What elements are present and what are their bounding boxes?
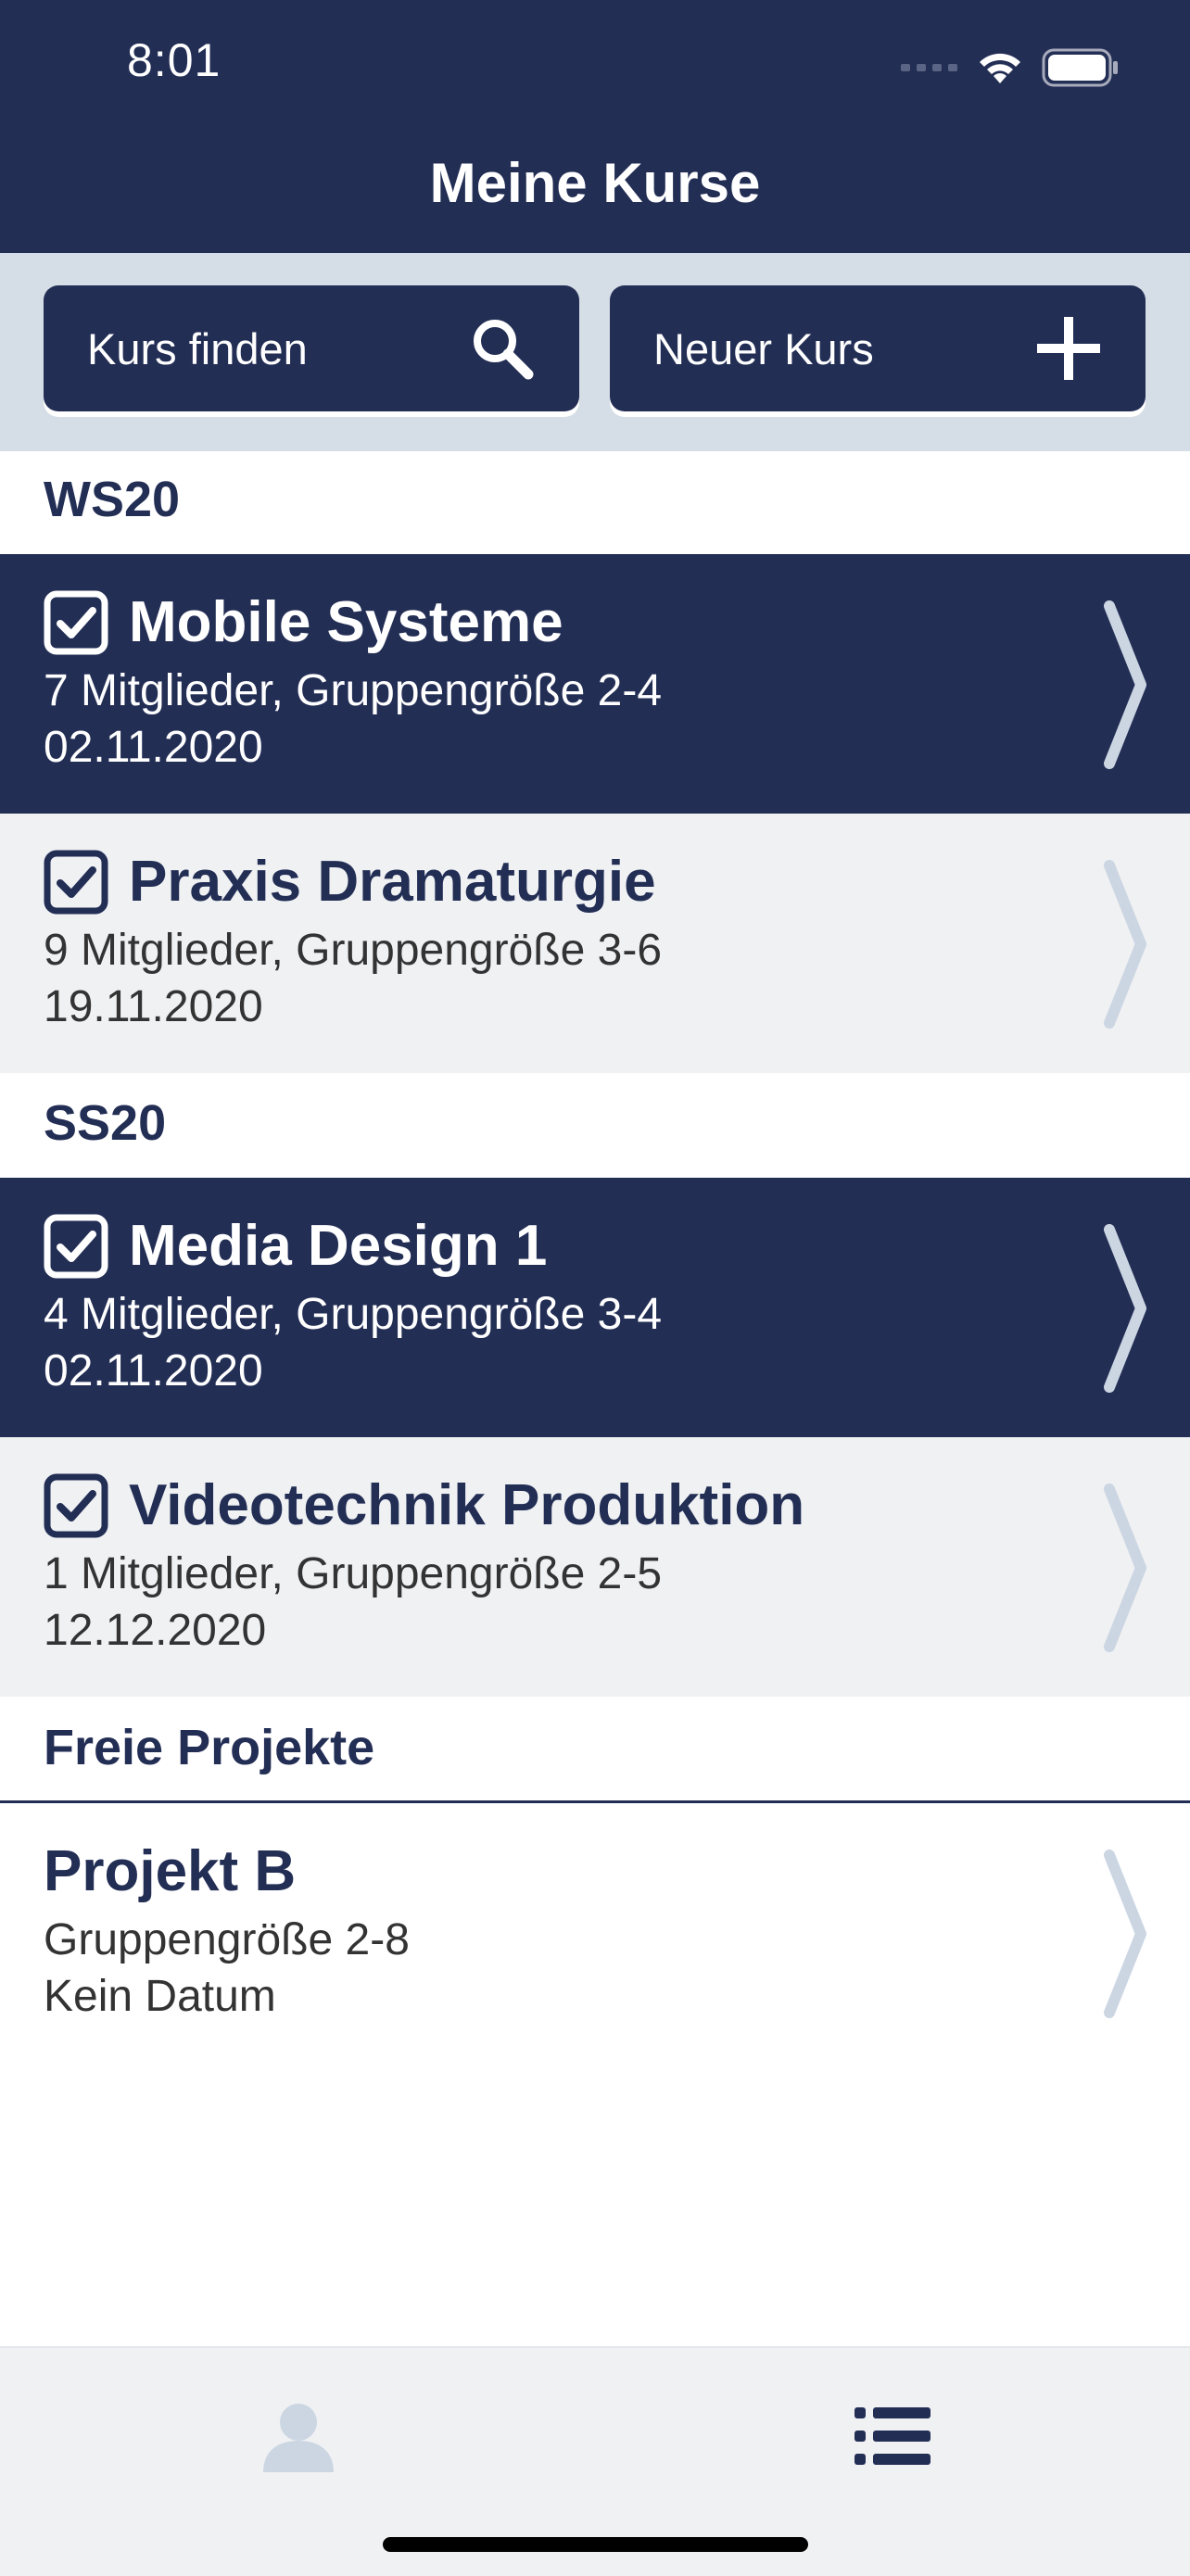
new-course-button[interactable]: Neuer Kurs: [610, 285, 1146, 411]
checkbox-checked-icon: [44, 1214, 108, 1278]
course-members: 7 Mitglieder, Gruppengröße 2-4: [44, 666, 663, 715]
course-members: 9 Mitglieder, Gruppengröße 3-6: [44, 926, 663, 975]
checkbox-checked-icon: [44, 850, 108, 914]
plus-icon: [1037, 317, 1100, 380]
course-row-mobile-systeme[interactable]: Mobile Systeme 7 Mitglieder, Gruppengröß…: [0, 554, 1190, 814]
course-row-media-design-1[interactable]: Media Design 1 4 Mitglieder, Gruppengröß…: [0, 1178, 1190, 1437]
course-name: Videotechnik Produktion: [129, 1473, 805, 1537]
course-name: Media Design 1: [129, 1214, 548, 1278]
chevron-right-icon: [1104, 600, 1146, 769]
section-title-ss20: SS20: [44, 1095, 167, 1151]
chevron-right-icon: [1104, 1484, 1146, 1652]
course-name: Mobile Systeme: [129, 590, 563, 654]
course-date: 02.11.2020: [44, 1346, 263, 1395]
checkbox-checked-icon: [44, 1473, 108, 1537]
find-course-label: Kurs finden: [87, 323, 308, 373]
action-bar: Kurs finden Neuer Kurs: [0, 253, 1190, 451]
chevron-right-icon: [1104, 1850, 1146, 2018]
course-row-videotechnik-produktion[interactable]: Videotechnik Produktion 1 Mitglieder, Gr…: [0, 1437, 1190, 1697]
project-title-line: Projekt B: [44, 1838, 296, 1904]
new-course-label: Neuer Kurs: [653, 323, 874, 373]
chevron-right-icon: [1104, 1224, 1146, 1393]
project-name: Projekt B: [44, 1839, 297, 1903]
section-title-freie-projekte: Freie Projekte: [44, 1720, 375, 1775]
status-time: 8:01: [127, 34, 222, 86]
course-members: 4 Mitglieder, Gruppengröße 3-4: [44, 1290, 663, 1339]
status-indicators: [901, 46, 1120, 89]
wifi-icon: [980, 53, 1020, 83]
course-title-line: Videotechnik Produktion: [44, 1472, 804, 1538]
course-date: 19.11.2020: [44, 982, 263, 1031]
course-name: Praxis Dramaturgie: [129, 850, 656, 914]
course-row-praxis-dramaturgie[interactable]: Praxis Dramaturgie 9 Mitglieder, Gruppen…: [0, 814, 1190, 1073]
cellular-signal-icon: [901, 64, 957, 71]
course-members: 1 Mitglieder, Gruppengröße 2-5: [44, 1549, 663, 1598]
course-title-line: Mobile Systeme: [44, 589, 563, 655]
project-row-projekt-b[interactable]: Projekt B Gruppengröße 2-8 Kein Datum: [0, 1803, 1190, 2063]
project-group-size: Gruppengröße 2-8: [44, 1915, 410, 1964]
course-date: 02.11.2020: [44, 723, 263, 772]
battery-icon: [1042, 48, 1118, 87]
search-icon: [474, 320, 534, 380]
course-date: 12.12.2020: [44, 1606, 267, 1655]
profile-icon: [263, 2404, 334, 2472]
course-title-line: Praxis Dramaturgie: [44, 849, 656, 915]
tab-course-list[interactable]: [838, 2385, 949, 2487]
page-title: Meine Kurse: [429, 152, 761, 214]
course-title-line: Media Design 1: [44, 1213, 547, 1279]
find-course-button[interactable]: Kurs finden: [44, 285, 579, 411]
checkbox-checked-icon: [44, 590, 108, 654]
chevron-right-icon: [1104, 860, 1146, 1029]
project-date: Kein Datum: [44, 1972, 276, 2021]
tab-profile[interactable]: [243, 2385, 354, 2487]
home-indicator: [383, 2537, 808, 2552]
section-title-ws20: WS20: [44, 472, 181, 527]
list-icon: [855, 2407, 930, 2465]
